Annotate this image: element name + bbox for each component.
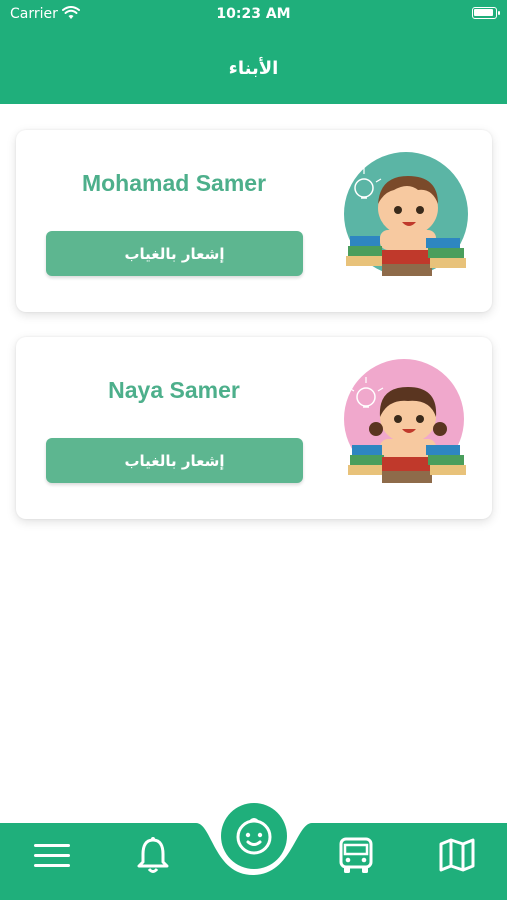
menu-icon[interactable] [34,841,70,871]
bell-icon[interactable] [136,836,170,874]
battery-icon [472,7,500,19]
girl-reading-icon [344,359,466,483]
child-card[interactable]: Naya Samer إشعار بالغياب [16,337,492,519]
status-bar: Carrier 10:23 AM [0,0,507,30]
child-card[interactable]: Mohamad Samer إشعار بالغياب [16,130,492,312]
child-face-icon [236,818,272,855]
bus-icon[interactable] [338,836,374,874]
map-icon[interactable] [439,838,475,872]
header-bar: Carrier 10:23 AM الأبناء [0,0,507,104]
absence-notice-button[interactable]: إشعار بالغياب [46,438,303,483]
absence-notice-button[interactable]: إشعار بالغياب [46,231,303,276]
page-title: الأبناء [228,58,279,79]
child-name: Mohamad Samer [81,170,267,196]
children-tab-button[interactable] [221,803,287,869]
clock: 10:23 AM [216,6,291,22]
boy-reading-icon [344,152,468,276]
child-name: Naya Samer [108,377,240,403]
